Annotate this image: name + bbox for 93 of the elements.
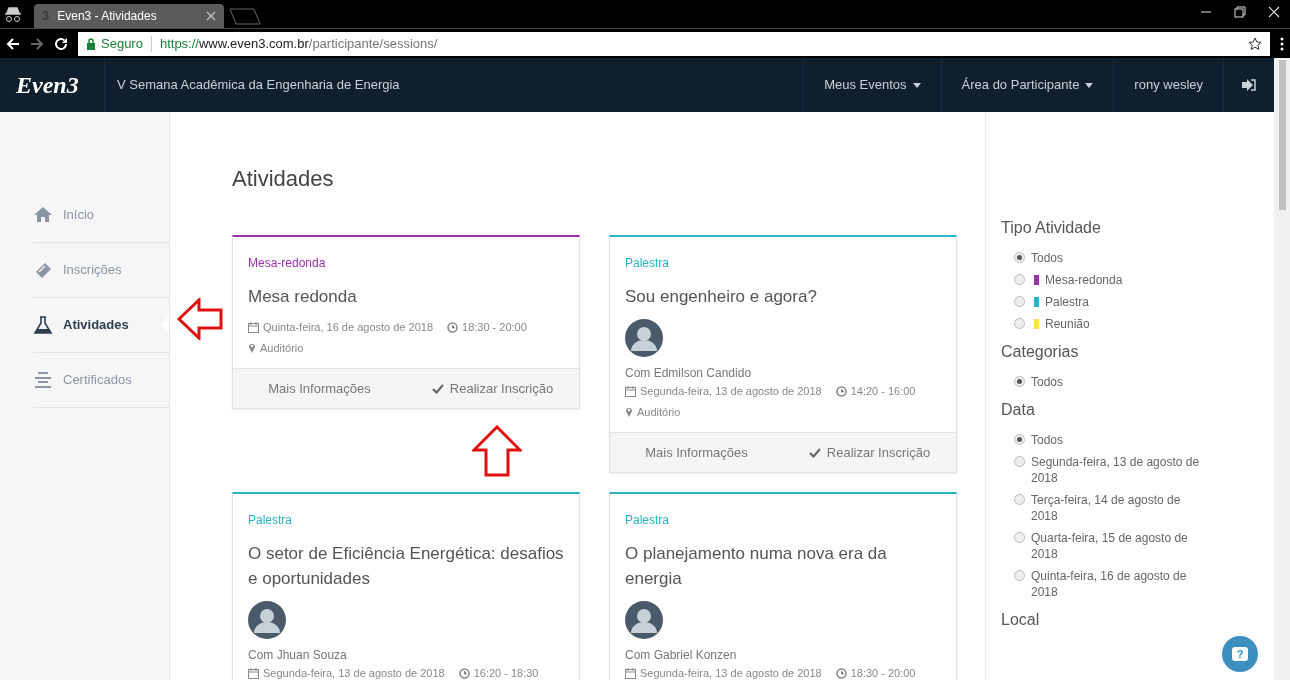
filter-heading: Categorias: [1001, 342, 1080, 362]
activity-date: Quinta-feira, 16 de agosto de 2018: [263, 320, 433, 335]
activity-location: Auditório: [260, 340, 304, 356]
user-link[interactable]: rony wesley: [1113, 58, 1223, 112]
calendar-icon: [248, 321, 259, 333]
radio-button[interactable]: [1014, 570, 1025, 581]
star-icon[interactable]: [1248, 36, 1262, 51]
more-info-button[interactable]: Mais Informações: [610, 433, 783, 472]
tab-title: Even3 - Atividades: [57, 8, 158, 25]
filter-heading: Data: [1001, 400, 1036, 420]
clock-icon: [447, 321, 458, 333]
radio-button[interactable]: [1014, 296, 1025, 307]
check-icon: [808, 447, 821, 458]
radio-button[interactable]: [1014, 494, 1025, 505]
radio-button[interactable]: [1014, 252, 1025, 263]
activity-title: O planejamento numa nova era da energia: [625, 543, 888, 590]
speaker-name: Com Gabriel Konzen: [625, 647, 738, 664]
activity-date: Segunda-feira, 13 de agosto de 2018: [640, 666, 822, 680]
calendar-icon: [625, 667, 636, 679]
filter-option[interactable]: Todos: [1001, 432, 1206, 448]
activity-title: Mesa redonda: [248, 286, 358, 308]
radio-button[interactable]: [1014, 434, 1025, 445]
speaker-name: Com Jhuan Souza: [248, 647, 348, 664]
filter-heading: Local: [1001, 610, 1041, 630]
activity-time: 18:30 - 20:00: [462, 320, 527, 335]
new-tab-icon[interactable]: [228, 7, 262, 25]
logout-icon: [1242, 79, 1256, 91]
filter-option[interactable]: Quinta-feira, 16 de agosto de 2018: [1001, 568, 1206, 600]
clock-icon: [835, 667, 847, 679]
activity-title: Sou engenheiro e agora?: [625, 286, 818, 308]
close-icon[interactable]: [1268, 6, 1280, 18]
radio-button[interactable]: [1014, 318, 1025, 329]
page-title: Atividades: [232, 165, 335, 193]
caret-icon: [1085, 82, 1094, 88]
radio-button[interactable]: [1014, 274, 1025, 285]
activity-type: Palestra: [248, 512, 294, 529]
activity-time: 14:20 - 16:00: [850, 384, 916, 399]
dropdown-menu[interactable]: Área do Participante: [940, 58, 1114, 112]
activity-date: Segunda-feira, 13 de agosto de 2018: [640, 384, 822, 399]
home-icon: [33, 205, 53, 225]
activity-time: 18:30 - 20:00: [850, 666, 916, 680]
flask-icon: [33, 315, 53, 335]
filter-option[interactable]: Todos: [1001, 250, 1206, 266]
activity-type: Mesa-redonda: [248, 255, 327, 272]
activity-time: 16:20 - 18:30: [473, 666, 539, 680]
activity-date: Segunda-feira, 13 de agosto de 2018: [263, 666, 445, 680]
sidebar-item[interactable]: Atividades: [33, 298, 169, 353]
filter-option[interactable]: Todos: [1001, 374, 1206, 390]
activity-type: Palestra: [625, 512, 671, 529]
check-icon: [431, 383, 444, 394]
radio-button[interactable]: [1014, 456, 1025, 467]
avatar-silhouette-icon: [625, 319, 663, 357]
activity-title: O setor de Eficiência Energética: desafios e oportunidades: [248, 543, 564, 590]
arrow-drawing: [472, 425, 522, 477]
more-info-button[interactable]: Mais Informações: [233, 369, 406, 408]
filter-option[interactable]: Reunião: [1001, 316, 1206, 332]
avatar-silhouette-icon: [248, 601, 286, 639]
filter-option[interactable]: Segunda-feira, 13 de agosto de 2018: [1001, 454, 1206, 486]
filter-option[interactable]: Mesa-redonda: [1001, 272, 1206, 288]
avatar-silhouette-icon: [625, 601, 663, 639]
filter-option[interactable]: Quarta-feira, 15 de agosto de 2018: [1001, 530, 1206, 562]
dropdown-menu[interactable]: Meus Eventos: [803, 58, 941, 112]
filter-option[interactable]: Terça-feira, 14 de agosto de 2018: [1001, 492, 1206, 524]
secure-label: Seguro: [101, 34, 143, 53]
forward-icon[interactable]: [30, 36, 44, 51]
speaker-name: Com Edmilson Candido: [625, 365, 753, 382]
register-button[interactable]: Realizar Inscrição: [783, 433, 956, 472]
calendar-icon: [248, 667, 259, 679]
calendar-icon: [625, 385, 636, 397]
clock-icon: [835, 385, 847, 397]
clock-icon: [458, 667, 470, 679]
help-button[interactable]: ?: [1222, 636, 1258, 672]
map-pin-icon: [248, 342, 256, 354]
menu-icon[interactable]: [1280, 36, 1284, 51]
back-icon[interactable]: [6, 36, 20, 51]
radio-button[interactable]: [1014, 376, 1025, 387]
restore-icon[interactable]: [1234, 6, 1246, 18]
filter-heading: Tipo Atividade: [1001, 218, 1102, 238]
certificate-icon: [33, 370, 53, 390]
incognito-icon: [4, 5, 22, 23]
reload-icon[interactable]: [54, 36, 68, 51]
register-button[interactable]: Realizar Inscrição: [406, 369, 579, 408]
radio-button[interactable]: [1014, 532, 1025, 543]
map-pin-icon: [625, 406, 633, 418]
activity-location: Auditório: [637, 404, 681, 420]
caret-icon: [912, 82, 921, 88]
arrow-drawing: [177, 298, 223, 340]
address-bar[interactable]: Seguro https://www.even3.com.br/participante/sessions/: [78, 31, 1270, 56]
event-title: V Semana Acadêmica da Engenharia de Energia: [116, 76, 401, 95]
activity-type: Palestra: [625, 255, 671, 272]
filter-option[interactable]: Palestra: [1001, 294, 1206, 310]
url-text: https://www.even3.com.br/participante/sessions/: [159, 34, 438, 53]
lock-icon: [86, 37, 96, 50]
